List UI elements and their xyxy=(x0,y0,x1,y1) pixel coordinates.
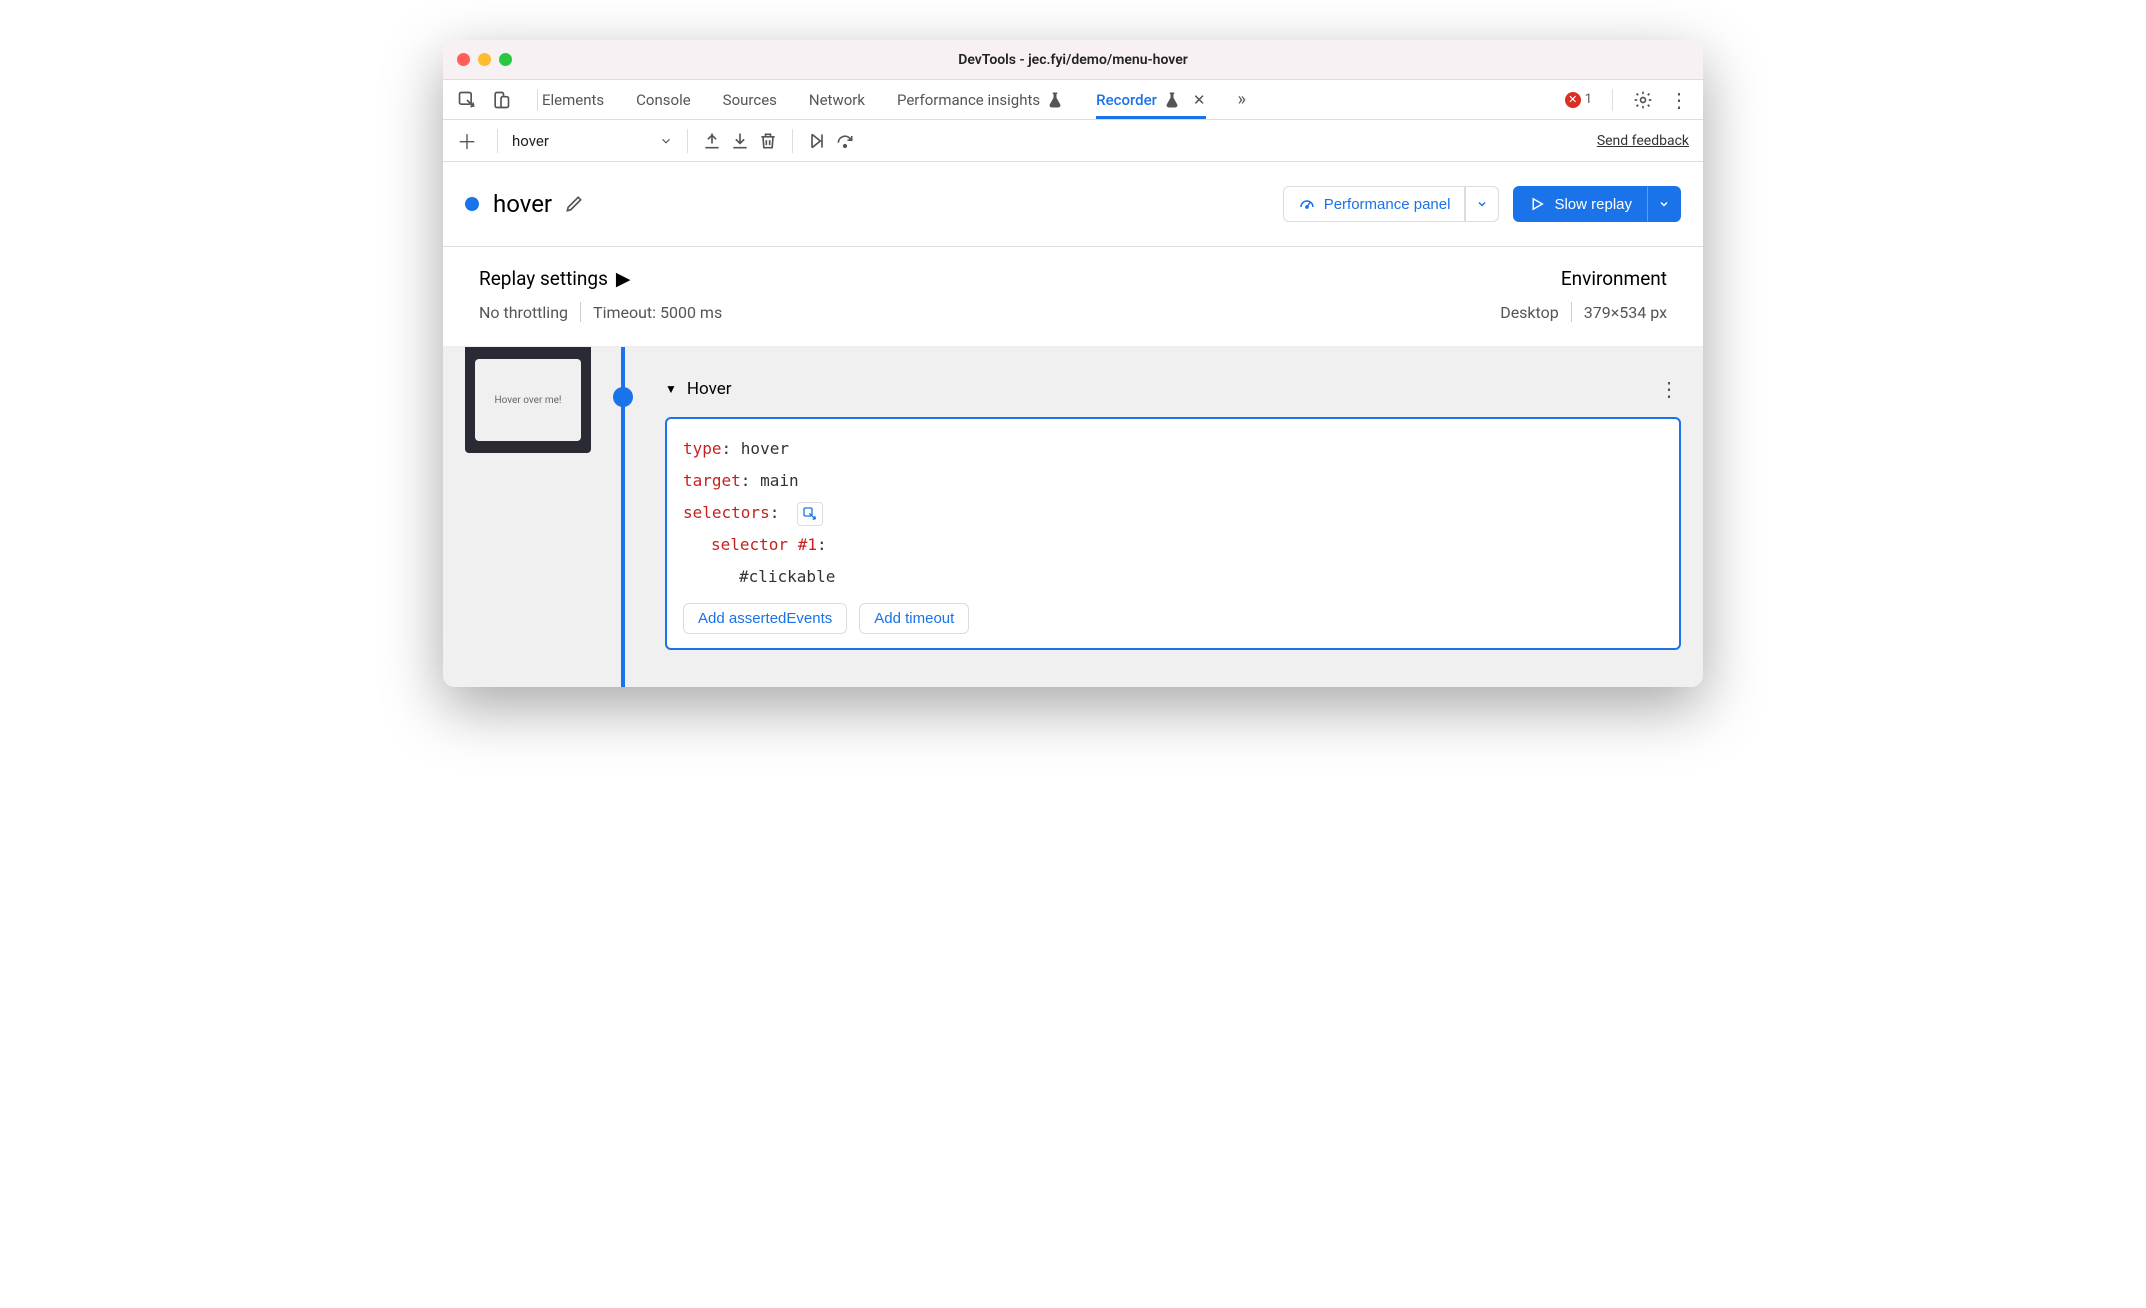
panel-tabs: Elements Console Sources Network Perform… xyxy=(443,80,1703,120)
tab-network[interactable]: Network xyxy=(809,91,865,109)
close-window-button[interactable] xyxy=(457,53,470,66)
more-tabs-icon[interactable]: » xyxy=(1238,89,1246,110)
device-value: Desktop xyxy=(1500,303,1559,322)
timeline: Hover over me! ▼ Hover ⋮ type: hover tar… xyxy=(443,347,1703,687)
edit-title-icon[interactable] xyxy=(564,194,584,214)
maximize-window-button[interactable] xyxy=(499,53,512,66)
new-recording-icon[interactable]: ＋ xyxy=(457,126,477,155)
recording-header: hover Performance panel Slow replay xyxy=(443,162,1703,247)
collapse-step-icon[interactable]: ▼ xyxy=(665,382,677,396)
play-icon xyxy=(1528,195,1546,213)
recording-dropdown[interactable]: hover xyxy=(512,132,673,150)
throttling-value: No throttling xyxy=(479,303,568,322)
step-details[interactable]: type: hover target: main selectors: sele… xyxy=(665,417,1681,650)
inspect-icon[interactable] xyxy=(457,90,477,110)
traffic-lights xyxy=(457,53,512,66)
export-icon[interactable] xyxy=(730,131,750,151)
replay-settings-toggle[interactable]: Replay settings ▶ xyxy=(479,267,722,290)
chevron-right-icon: ▶ xyxy=(616,267,631,290)
chevron-down-icon xyxy=(659,134,673,148)
device-toggle-icon[interactable] xyxy=(491,90,511,110)
recording-title: hover xyxy=(493,190,552,218)
recording-status-dot xyxy=(465,197,479,211)
settings-gear-icon[interactable] xyxy=(1633,90,1653,110)
tab-recorder[interactable]: Recorder ✕ xyxy=(1096,91,1205,119)
step-marker xyxy=(613,387,633,407)
performance-panel-button[interactable]: Performance panel xyxy=(1283,186,1466,222)
error-count-badge[interactable]: ✕ 1 xyxy=(1565,92,1592,108)
flask-icon xyxy=(1163,91,1181,109)
step-menu-icon[interactable]: ⋮ xyxy=(1659,377,1681,401)
add-asserted-events-button[interactable]: Add assertedEvents xyxy=(683,603,847,634)
delete-icon[interactable] xyxy=(758,131,778,151)
tab-sources[interactable]: Sources xyxy=(723,91,777,109)
timeout-value: Timeout: 5000 ms xyxy=(593,303,722,322)
devtools-window: DevTools - jec.fyi/demo/menu-hover Eleme… xyxy=(443,40,1703,687)
thumbnail-content: Hover over me! xyxy=(475,359,581,441)
window-title: DevTools - jec.fyi/demo/menu-hover xyxy=(443,52,1703,68)
environment-heading: Environment xyxy=(1500,267,1667,290)
add-timeout-button[interactable]: Add timeout xyxy=(859,603,969,634)
step-card: ▼ Hover ⋮ type: hover target: main selec… xyxy=(665,347,1681,650)
import-icon[interactable] xyxy=(702,131,722,151)
send-feedback-link[interactable]: Send feedback xyxy=(1597,133,1689,149)
flask-icon xyxy=(1046,91,1064,109)
gauge-icon xyxy=(1298,195,1316,213)
kebab-menu-icon[interactable]: ⋮ xyxy=(1669,88,1689,112)
step-replay-icon[interactable] xyxy=(807,131,827,151)
performance-panel-dropdown[interactable] xyxy=(1465,186,1499,222)
slow-replay-button[interactable]: Slow replay xyxy=(1513,186,1647,222)
step-thumbnail[interactable]: Hover over me! xyxy=(465,347,591,453)
step-title: Hover xyxy=(687,379,732,399)
error-icon: ✕ xyxy=(1565,92,1581,108)
replay-dropdown[interactable] xyxy=(1647,186,1681,222)
step-over-icon[interactable] xyxy=(835,131,855,151)
selector-picker-icon[interactable] xyxy=(797,502,823,526)
tab-performance-insights[interactable]: Performance insights xyxy=(897,91,1064,109)
tab-console[interactable]: Console xyxy=(636,91,691,109)
settings-bar: Replay settings ▶ No throttling Timeout:… xyxy=(443,247,1703,347)
tab-elements[interactable]: Elements xyxy=(542,91,604,109)
minimize-window-button[interactable] xyxy=(478,53,491,66)
recorder-toolbar: ＋ hover Send feedback xyxy=(443,120,1703,162)
dimensions-value: 379×534 px xyxy=(1584,303,1667,322)
close-tab-icon[interactable]: ✕ xyxy=(1193,91,1206,109)
titlebar: DevTools - jec.fyi/demo/menu-hover xyxy=(443,40,1703,80)
